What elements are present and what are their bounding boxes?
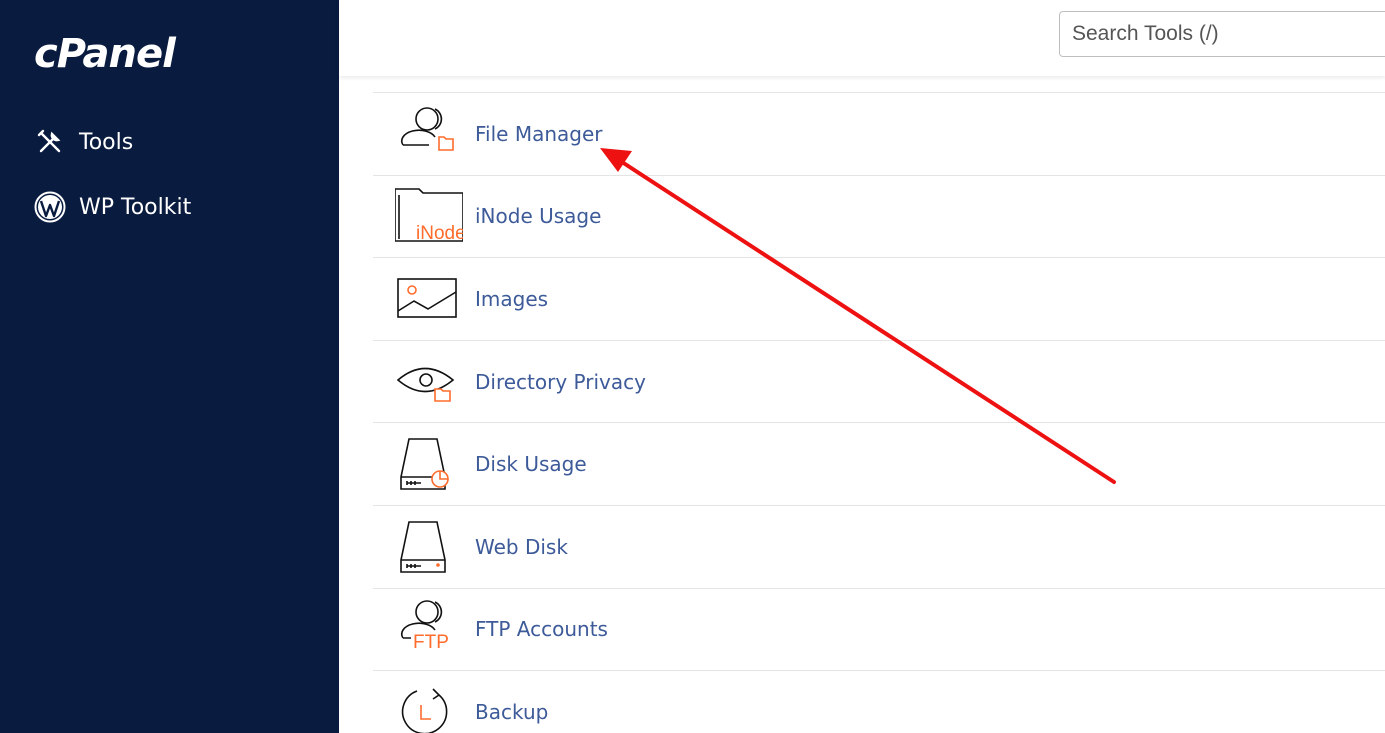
- tool-row-directory-privacy[interactable]: Directory Privacy: [373, 341, 1385, 424]
- web-disk-icon: [373, 506, 475, 588]
- cpanel-logo[interactable]: cPanel: [34, 30, 176, 78]
- directory-privacy-icon: [373, 341, 475, 423]
- tool-row-file-manager[interactable]: File Manager: [373, 93, 1385, 176]
- search-tools-input[interactable]: [1059, 11, 1385, 57]
- sidebar-item-tools[interactable]: Tools: [34, 125, 133, 159]
- sidebar-item-label: WP Toolkit: [79, 194, 192, 220]
- images-icon: [373, 258, 475, 340]
- tool-row-images[interactable]: Images: [373, 258, 1385, 341]
- sidebar-item-label: Tools: [79, 129, 134, 155]
- tool-row-ftp-accounts[interactable]: FTP FTP Accounts: [373, 589, 1385, 672]
- tool-label: Web Disk: [475, 534, 568, 559]
- top-bar: [339, 0, 1385, 76]
- ftp-accounts-icon: FTP: [373, 588, 475, 670]
- tool-label: FTP Accounts: [475, 617, 608, 642]
- tool-row-inode-usage[interactable]: iNode iNode Usage: [373, 176, 1385, 259]
- tool-label: Directory Privacy: [475, 369, 646, 394]
- tool-row-backup[interactable]: Backup: [373, 671, 1385, 733]
- file-manager-icon: [373, 93, 475, 175]
- tool-label: Images: [475, 286, 549, 311]
- tools-list: File Manager iNode iNode Usage Images Di…: [373, 92, 1385, 733]
- tool-label: Disk Usage: [475, 452, 587, 477]
- disk-usage-icon: [373, 423, 475, 505]
- tool-label: File Manager: [475, 121, 603, 146]
- wordpress-icon: [34, 191, 66, 223]
- tool-row-web-disk[interactable]: Web Disk: [373, 506, 1385, 589]
- svg-text:iNode: iNode: [416, 223, 463, 244]
- backup-icon: [373, 671, 475, 733]
- inode-usage-icon: iNode: [373, 175, 475, 257]
- tool-row-disk-usage[interactable]: Disk Usage: [373, 423, 1385, 506]
- tool-label: Backup: [475, 699, 549, 724]
- sidebar-item-wp-toolkit[interactable]: WP Toolkit: [34, 190, 191, 224]
- tools-icon: [34, 126, 66, 158]
- tool-label: iNode Usage: [475, 204, 602, 229]
- sidebar: cPanel Tools WP Toolkit: [0, 0, 339, 733]
- svg-text:FTP: FTP: [413, 632, 449, 653]
